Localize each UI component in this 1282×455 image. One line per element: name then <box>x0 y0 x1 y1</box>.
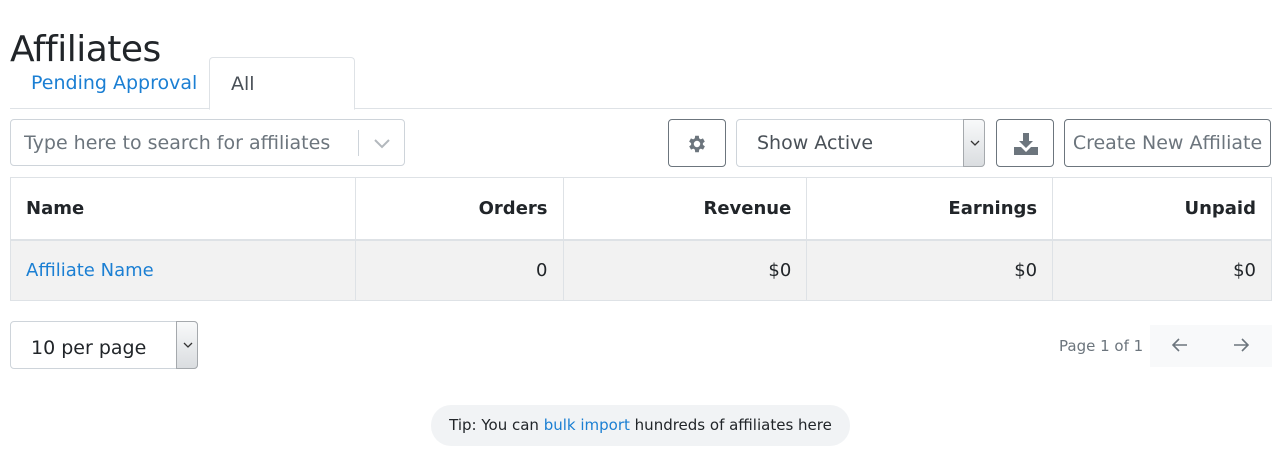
download-button[interactable] <box>996 119 1054 167</box>
tab-bar: Pending Approval All Affiliates <box>10 57 1272 147</box>
tab-all-affiliates[interactable]: All Affiliates <box>209 57 355 147</box>
column-header-revenue[interactable]: Revenue <box>562 177 808 241</box>
affiliates-table: Name Orders Revenue Earnings Unpaid Affi… <box>10 177 1272 301</box>
cell-name: Affiliate Name <box>10 239 356 301</box>
column-header-orders[interactable]: Orders <box>354 177 564 241</box>
search-box <box>10 119 405 166</box>
settings-button[interactable] <box>668 119 726 167</box>
per-page-value: 10 per page <box>31 337 147 359</box>
next-page-button[interactable] <box>1211 325 1272 367</box>
affiliate-name-link[interactable]: Affiliate Name <box>26 260 154 281</box>
tip-suffix: hundreds of affiliates here <box>629 416 832 434</box>
table-header-row: Name Orders Revenue Earnings Unpaid <box>10 177 1272 241</box>
status-filter-value: Show Active <box>757 132 874 154</box>
column-header-earnings[interactable]: Earnings <box>806 177 1054 241</box>
chevron-down-icon[interactable] <box>963 119 985 167</box>
chevron-down-icon[interactable] <box>370 132 394 154</box>
tip-prefix: Tip: You can <box>449 416 544 434</box>
cell-revenue: $0 <box>562 239 808 301</box>
search-divider <box>358 130 359 156</box>
column-header-name[interactable]: Name <box>10 177 356 241</box>
bulk-import-link[interactable]: bulk import <box>544 416 630 434</box>
page-info: Page 1 of 1 <box>1059 337 1144 355</box>
cell-orders: 0 <box>354 239 564 301</box>
tab-pending-approval[interactable]: Pending Approval <box>10 57 218 109</box>
per-page-select[interactable]: 10 per page <box>10 321 198 369</box>
previous-page-button[interactable] <box>1150 325 1211 367</box>
cell-earnings: $0 <box>806 239 1054 301</box>
chevron-down-icon[interactable] <box>176 321 198 369</box>
column-header-unpaid[interactable]: Unpaid <box>1052 177 1272 241</box>
search-input[interactable] <box>11 120 357 165</box>
status-filter-select[interactable]: Show Active <box>736 119 985 167</box>
table-row: Affiliate Name 0 $0 $0 $0 <box>10 239 1272 301</box>
tip-banner: Tip: You can bulk import hundreds of aff… <box>431 405 850 446</box>
create-new-affiliate-button[interactable]: Create New Affiliate <box>1064 119 1271 167</box>
cell-unpaid: $0 <box>1052 239 1272 301</box>
